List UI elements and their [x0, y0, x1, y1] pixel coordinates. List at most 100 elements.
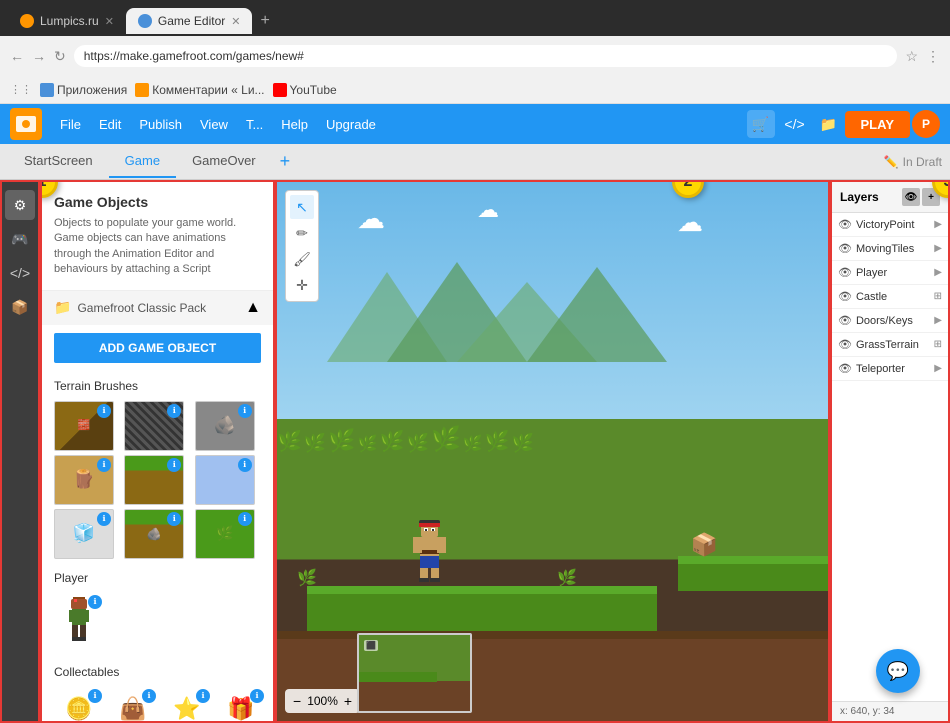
- reload-button[interactable]: ↻: [54, 48, 66, 65]
- layer-item-castle[interactable]: 👁 Castle ⊞: [832, 285, 948, 309]
- menu-icon-group: 🛒 </> 📁: [747, 110, 843, 138]
- play-button[interactable]: PLAY: [845, 111, 910, 138]
- layer-item-grassterrain[interactable]: 👁 GrassTerrain ⊞: [832, 333, 948, 357]
- sidebar-assets-icon[interactable]: 📦: [5, 292, 35, 322]
- bookmark-comments[interactable]: Комментарии « Lи...: [135, 83, 264, 97]
- tool-pencil[interactable]: ✏: [290, 221, 314, 245]
- forward-button[interactable]: →: [32, 48, 46, 64]
- layer-arrow-doorskeys[interactable]: ▶: [934, 315, 942, 326]
- user-avatar[interactable]: P: [912, 110, 940, 138]
- zoom-bar: − 100% +: [285, 689, 360, 713]
- tab-favicon-gameeditor: [138, 14, 152, 28]
- chat-fab-button[interactable]: 💬: [876, 649, 920, 693]
- terrain-item-4[interactable]: ℹ 🪵: [54, 455, 114, 505]
- layers-panel: 3 Layers 👁 + 👁 VictoryPoint ▶ 👁 MovingTi…: [830, 180, 950, 723]
- browser-tab-gameeditor[interactable]: Game Editor ✕: [126, 8, 253, 34]
- zoom-plus-button[interactable]: +: [344, 693, 352, 709]
- layer-arrow-player[interactable]: ▶: [934, 267, 942, 278]
- tab-close-lumpics[interactable]: ✕: [105, 15, 114, 28]
- menu-publish[interactable]: Publish: [131, 113, 190, 136]
- tool-crosshair[interactable]: ✛: [290, 273, 314, 297]
- menu-file[interactable]: File: [52, 113, 89, 136]
- terrain-item-1[interactable]: ℹ 🧱: [54, 401, 114, 451]
- add-game-object-button[interactable]: ADD GAME OBJECT: [54, 333, 261, 363]
- collectables-grid: 🪙ℹ 👜ℹ ⭐ℹ 🎁ℹ 💰ℹ: [42, 683, 273, 723]
- layer-item-player[interactable]: 👁 Player ▶: [832, 261, 948, 285]
- cart-button[interactable]: 🛒: [747, 110, 775, 138]
- sidebar-code-icon[interactable]: </>: [5, 258, 35, 288]
- terrain-item-3[interactable]: ℹ 🪨: [195, 401, 255, 451]
- tool-brush[interactable]: 🖌: [290, 247, 314, 271]
- collectable-bag[interactable]: 👜ℹ: [108, 687, 158, 723]
- layer-arrow-victorypoint[interactable]: ▶: [934, 219, 942, 230]
- folder-button[interactable]: 📁: [815, 110, 843, 138]
- browser-tab-lumpics[interactable]: Lumpics.ru ✕: [8, 8, 126, 34]
- bookmark-youtube[interactable]: YouTube: [273, 83, 337, 97]
- apps-icon: ⋮⋮: [10, 83, 32, 96]
- player-item[interactable]: ℹ: [54, 593, 104, 653]
- layer-arrow-movingtiles[interactable]: ▶: [934, 243, 942, 254]
- chest-item: 📦: [691, 532, 718, 558]
- collection-name: Gamefroot Classic Pack: [77, 301, 206, 315]
- clouds: ☁: [357, 202, 385, 235]
- collectable-gift[interactable]: 🎁ℹ: [216, 687, 266, 723]
- main-layout: ⚙ 🎮 </> 📦 1 Game Objects Objects to popu…: [0, 180, 950, 723]
- terrain-item-8[interactable]: ℹ 🪨: [124, 509, 184, 559]
- terrain-item-6[interactable]: ℹ: [195, 455, 255, 505]
- cloud3: ☁: [677, 207, 703, 238]
- terrain-badge-4: ℹ: [97, 458, 111, 472]
- zoom-minus-button[interactable]: −: [293, 693, 301, 709]
- menu-view[interactable]: View: [192, 113, 236, 136]
- terrain-item-5[interactable]: ℹ: [124, 455, 184, 505]
- layer-name-teleporter: Teleporter: [856, 363, 930, 375]
- collection-header[interactable]: 📁 Gamefroot Classic Pack ▲: [42, 291, 273, 325]
- sidebar-gameobj-icon[interactable]: 🎮: [5, 224, 35, 254]
- layer-vis-doorskeys: 👁: [838, 314, 852, 327]
- terrain-badge-8: ℹ: [167, 512, 181, 526]
- layer-item-victorypoint[interactable]: 👁 VictoryPoint ▶: [832, 213, 948, 237]
- address-bar: ← → ↻ ☆ ⋮: [0, 36, 950, 76]
- collectable-coin[interactable]: 🪙ℹ: [54, 687, 104, 723]
- layers-title: Layers: [840, 190, 879, 204]
- tab-startscreen[interactable]: StartScreen: [8, 145, 109, 178]
- layer-coords: x: 640, y: 34: [832, 701, 948, 721]
- menu-t[interactable]: T...: [238, 113, 271, 136]
- back-button[interactable]: ←: [10, 48, 24, 64]
- terrain-item-7[interactable]: ℹ 🧊: [54, 509, 114, 559]
- tab-close-gameeditor[interactable]: ✕: [231, 15, 240, 28]
- browser-chrome: Lumpics.ru ✕ Game Editor ✕ + ← → ↻ ☆ ⋮ ⋮…: [0, 0, 950, 104]
- layer-item-movingtiles[interactable]: 👁 MovingTiles ▶: [832, 237, 948, 261]
- terrain-item-9[interactable]: ℹ 🌿: [195, 509, 255, 559]
- new-tab-button[interactable]: +: [252, 12, 277, 30]
- left-panel-description: Objects to populate your game world. Gam…: [54, 216, 261, 278]
- address-input[interactable]: [74, 45, 898, 67]
- layer-item-teleporter[interactable]: 👁 Teleporter ▶: [832, 357, 948, 381]
- collectable-star[interactable]: ⭐ℹ: [162, 687, 212, 723]
- left-panel-title: Game Objects: [54, 194, 261, 210]
- layer-grid-castle: ⊞: [934, 291, 942, 302]
- terrain-badge-6: ℹ: [238, 458, 252, 472]
- menu-upgrade[interactable]: Upgrade: [318, 113, 384, 136]
- menu-edit[interactable]: Edit: [91, 113, 129, 136]
- collectable-badge-1: ℹ: [88, 689, 102, 703]
- add-tab-button[interactable]: +: [272, 147, 299, 176]
- browser-menu-icon[interactable]: ⋮: [926, 48, 940, 65]
- layer-item-doorskeys[interactable]: 👁 Doors/Keys ▶: [832, 309, 948, 333]
- code-button[interactable]: </>: [781, 110, 809, 138]
- sidebar-settings-icon[interactable]: ⚙: [5, 190, 35, 220]
- bookmark-apps[interactable]: Приложения: [40, 83, 127, 97]
- tool-pointer[interactable]: ↖: [290, 195, 314, 219]
- tab-game[interactable]: Game: [109, 145, 176, 178]
- menu-help[interactable]: Help: [273, 113, 316, 136]
- layer-name-grassterrain: GrassTerrain: [856, 339, 930, 351]
- layer-vis-player: 👁: [838, 266, 852, 279]
- bookmark-star-icon[interactable]: ☆: [905, 48, 918, 65]
- layer-arrow-teleporter[interactable]: ▶: [934, 363, 942, 374]
- tab-gameover[interactable]: GameOver: [176, 145, 272, 178]
- draft-badge[interactable]: ✏️ In Draft: [884, 155, 942, 169]
- terrain-item-2[interactable]: ℹ: [124, 401, 184, 451]
- layer-vis-teleporter: 👁: [838, 362, 852, 375]
- canvas-area[interactable]: 2 ↖ ✏ 🖌 ✛: [275, 180, 830, 723]
- layers-visible-button[interactable]: 👁: [902, 188, 920, 206]
- menu-bar: File Edit Publish View T... Help Upgrade…: [0, 104, 950, 144]
